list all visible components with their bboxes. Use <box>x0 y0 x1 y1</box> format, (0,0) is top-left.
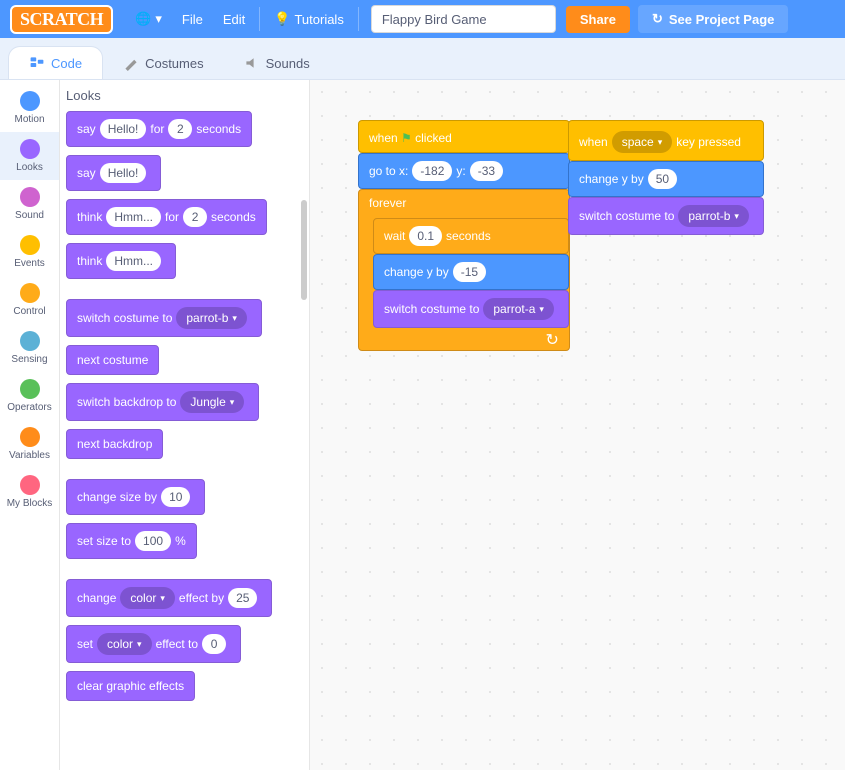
costume-dropdown[interactable]: parrot-b <box>176 307 247 329</box>
block-switch-costume[interactable]: switch costume toparrot-a <box>373 290 569 328</box>
block-wait[interactable]: wait0.1seconds <box>373 218 569 254</box>
block-think[interactable]: thinkHmm... <box>66 243 176 279</box>
separator <box>259 7 260 31</box>
events-dot-icon <box>20 235 40 255</box>
block-set-size[interactable]: set size to100% <box>66 523 197 559</box>
control-dot-icon <box>20 283 40 303</box>
green-flag-icon: ⚑ <box>401 131 412 145</box>
number-input[interactable]: -182 <box>412 161 452 181</box>
block-clear-effects[interactable]: clear graphic effects <box>66 671 195 701</box>
loop-arrow-icon: ↻ <box>546 330 559 350</box>
block-palette[interactable]: Looks sayHello!for2seconds sayHello! thi… <box>60 80 310 770</box>
block-forever[interactable]: forever wait0.1seconds change y by-15 sw… <box>358 189 570 351</box>
effect-dropdown[interactable]: color <box>120 587 175 609</box>
number-input[interactable]: 0 <box>202 634 226 654</box>
script-workspace[interactable]: when ⚑ clicked go to x:-182y:-33 forever… <box>310 80 845 770</box>
category-myblocks[interactable]: My Blocks <box>0 468 59 516</box>
category-control[interactable]: Control <box>0 276 59 324</box>
number-input[interactable]: 10 <box>161 487 190 507</box>
text-input[interactable]: Hmm... <box>106 207 161 227</box>
operators-dot-icon <box>20 379 40 399</box>
category-motion[interactable]: Motion <box>0 84 59 132</box>
number-input[interactable]: 0.1 <box>409 226 442 246</box>
lightbulb-icon: 💡 <box>274 11 290 27</box>
globe-icon: 🌐 <box>135 11 151 27</box>
sound-icon <box>244 55 260 71</box>
number-input[interactable]: 100 <box>135 531 171 551</box>
number-input[interactable]: -33 <box>470 161 503 181</box>
tab-code[interactable]: Code <box>8 46 103 79</box>
key-dropdown[interactable]: space <box>612 131 673 153</box>
globe-menu[interactable]: 🌐▾ <box>125 11 172 27</box>
tab-costumes[interactable]: Costumes <box>103 47 224 79</box>
text-input[interactable]: Hello! <box>100 119 147 139</box>
sound-dot-icon <box>20 187 40 207</box>
block-switch-backdrop[interactable]: switch backdrop toJungle <box>66 383 259 421</box>
tutorials-button[interactable]: 💡Tutorials <box>264 11 354 27</box>
palette-header: Looks <box>66 88 303 103</box>
number-input[interactable]: 2 <box>183 207 207 227</box>
category-sound[interactable]: Sound <box>0 180 59 228</box>
tab-sounds[interactable]: Sounds <box>224 47 330 79</box>
sensing-dot-icon <box>20 331 40 351</box>
looks-dot-icon <box>20 139 40 159</box>
block-change-y[interactable]: change y by50 <box>568 161 764 197</box>
category-variables[interactable]: Variables <box>0 420 59 468</box>
category-sensing[interactable]: Sensing <box>0 324 59 372</box>
number-input[interactable]: 2 <box>168 119 192 139</box>
block-set-effect[interactable]: setcoloreffect to0 <box>66 625 241 663</box>
script-stack-2[interactable]: whenspacekey pressed change y by50 switc… <box>568 120 764 235</box>
number-input[interactable]: 25 <box>228 588 257 608</box>
block-next-backdrop[interactable]: next backdrop <box>66 429 163 459</box>
block-change-y[interactable]: change y by-15 <box>373 254 569 290</box>
block-change-size[interactable]: change size by10 <box>66 479 205 515</box>
block-say-for-secs[interactable]: sayHello!for2seconds <box>66 111 252 147</box>
project-title-input[interactable] <box>371 5 556 33</box>
share-button[interactable]: Share <box>566 6 630 33</box>
block-switch-costume[interactable]: switch costume toparrot-b <box>66 299 262 337</box>
chevron-down-icon: ▾ <box>155 11 162 27</box>
script-stack-1[interactable]: when ⚑ clicked go to x:-182y:-33 forever… <box>358 120 570 351</box>
motion-dot-icon <box>20 91 40 111</box>
costume-icon <box>123 55 139 71</box>
number-input[interactable]: 50 <box>648 169 677 189</box>
block-change-effect[interactable]: changecoloreffect by25 <box>66 579 272 617</box>
text-input[interactable]: Hmm... <box>106 251 161 271</box>
category-looks[interactable]: Looks <box>0 132 59 180</box>
backdrop-dropdown[interactable]: Jungle <box>180 391 244 413</box>
file-menu[interactable]: File <box>172 12 213 27</box>
myblocks-dot-icon <box>20 475 40 495</box>
scratch-logo[interactable]: SCRATCH <box>10 5 113 34</box>
category-column: Motion Looks Sound Events Control Sensin… <box>0 80 60 770</box>
main-area: Motion Looks Sound Events Control Sensin… <box>0 80 845 770</box>
block-think-for-secs[interactable]: thinkHmm...for2seconds <box>66 199 267 235</box>
block-go-to-xy[interactable]: go to x:-182y:-33 <box>358 153 570 189</box>
tab-bar: Code Costumes Sounds <box>0 38 845 80</box>
costume-dropdown[interactable]: parrot-a <box>483 298 554 320</box>
variables-dot-icon <box>20 427 40 447</box>
number-input[interactable]: -15 <box>453 262 486 282</box>
category-operators[interactable]: Operators <box>0 372 59 420</box>
block-switch-costume[interactable]: switch costume toparrot-b <box>568 197 764 235</box>
effect-dropdown[interactable]: color <box>97 633 152 655</box>
block-when-flag-clicked[interactable]: when ⚑ clicked <box>358 120 570 153</box>
edit-menu[interactable]: Edit <box>213 12 255 27</box>
scrollbar[interactable] <box>301 200 307 300</box>
category-events[interactable]: Events <box>0 228 59 276</box>
separator <box>358 7 359 31</box>
block-when-key-pressed[interactable]: whenspacekey pressed <box>568 120 764 161</box>
menu-bar: SCRATCH 🌐▾ File Edit 💡Tutorials Share ↻S… <box>0 0 845 38</box>
block-say[interactable]: sayHello! <box>66 155 161 191</box>
block-next-costume[interactable]: next costume <box>66 345 159 375</box>
costume-dropdown[interactable]: parrot-b <box>678 205 749 227</box>
text-input[interactable]: Hello! <box>100 163 147 183</box>
see-project-page-button[interactable]: ↻See Project Page <box>638 5 788 33</box>
refresh-icon: ↻ <box>652 11 663 27</box>
code-icon <box>29 55 45 71</box>
